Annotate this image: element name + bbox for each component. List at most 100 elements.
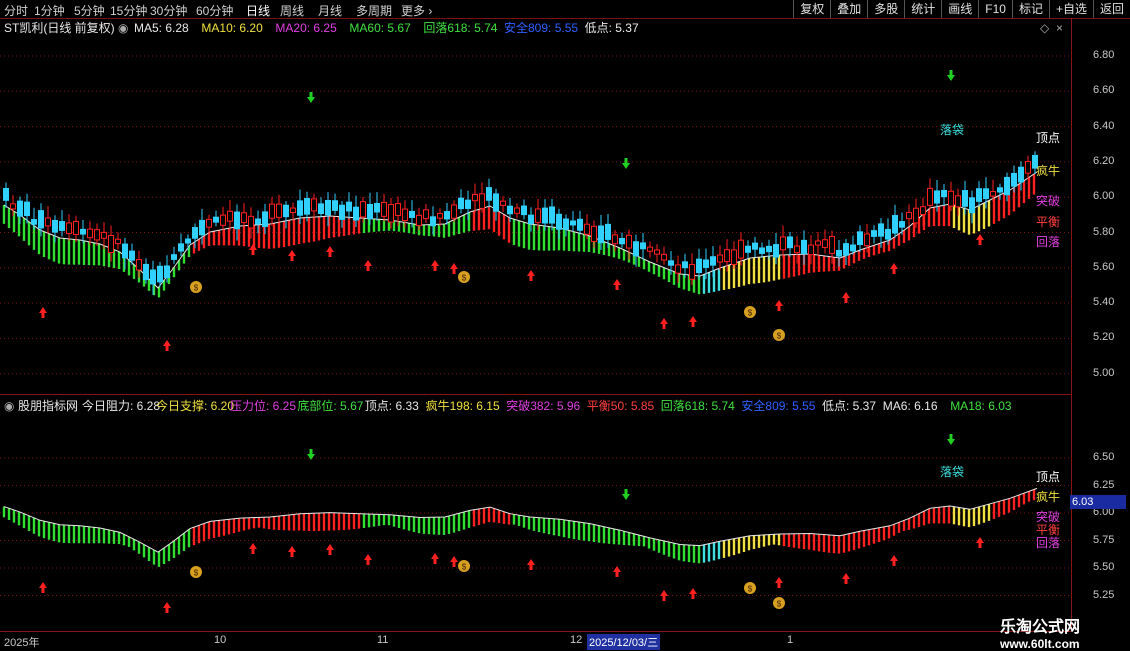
candle-body — [696, 258, 702, 274]
arrow-up-icon — [976, 537, 984, 548]
candle-body — [311, 198, 317, 212]
candle-body — [920, 206, 926, 216]
y-tick-label: 6.25 — [1093, 478, 1115, 491]
side-label: 回落 — [1036, 235, 1060, 249]
money-bag-symbol: $ — [462, 274, 467, 283]
candle-body — [479, 193, 485, 209]
x-axis: 2025年 10 11 12 2025/12/03/三 1 — [0, 631, 1071, 651]
arrow-up-icon — [689, 588, 697, 599]
candle-body — [388, 204, 394, 223]
candle-body — [262, 211, 268, 227]
arrow-up-icon — [450, 263, 458, 274]
candle-body — [668, 260, 674, 266]
money-bag-symbol: $ — [194, 284, 199, 293]
side-label: 顶点 — [1036, 131, 1060, 145]
arrow-up-icon — [364, 554, 372, 565]
candle-body — [416, 214, 422, 227]
candle-body — [773, 244, 779, 258]
panel-divider — [0, 394, 1071, 395]
candle-body — [962, 190, 968, 207]
candle-body — [794, 245, 800, 254]
arrow-up-icon — [450, 556, 458, 567]
candle-body — [822, 239, 828, 248]
candle-body — [521, 205, 527, 216]
candle-body — [731, 249, 737, 265]
candle-body — [178, 243, 184, 252]
side-label: 突破 — [1036, 193, 1060, 208]
arrow-up-icon — [660, 318, 668, 329]
candle-body — [787, 236, 793, 249]
y-tick-label: 5.80 — [1093, 225, 1115, 238]
candle-body — [38, 210, 44, 229]
candle-body — [395, 203, 401, 217]
y-tick-label: 5.00 — [1093, 366, 1115, 379]
side-label: 疯牛 — [1036, 163, 1060, 178]
arrow-up-icon — [842, 292, 850, 303]
candle-body — [640, 242, 646, 250]
side-label: 疯牛 — [1036, 489, 1060, 504]
arrow-up-icon — [288, 546, 296, 557]
candle-body — [626, 234, 632, 249]
side-label: 突破 — [1036, 509, 1060, 524]
money-bag-symbol: $ — [462, 563, 467, 572]
candle-body — [402, 208, 408, 221]
candle-body — [31, 219, 37, 225]
arrow-up-icon — [163, 340, 171, 351]
arrow-up-icon — [364, 260, 372, 271]
candle-body — [955, 195, 961, 208]
candle-body — [556, 213, 562, 230]
stock-chart[interactable]: $$$$$$$$ 顶点疯牛突破平衡回落落袋顶点疯牛突破平衡回落落袋 — [0, 0, 1130, 650]
arrow-up-icon — [527, 270, 535, 281]
candle-body — [542, 207, 548, 224]
x-label: 1 — [787, 634, 794, 646]
candle-body — [661, 253, 667, 261]
side-label: 落袋 — [940, 465, 964, 479]
candle-body — [682, 261, 688, 269]
candle-body — [304, 198, 310, 215]
candle-body — [857, 231, 863, 246]
candle-body — [1018, 166, 1024, 183]
candle-body — [584, 223, 590, 235]
candle-body — [892, 215, 898, 234]
y-axis-line — [1071, 18, 1072, 631]
candle-body — [206, 218, 212, 228]
arrow-up-icon — [613, 566, 621, 577]
side-label: 落袋 — [940, 123, 964, 137]
candle-body — [829, 235, 835, 254]
arrow-up-icon — [431, 260, 439, 271]
x-cursor-date: 2025/12/03/三 — [587, 634, 661, 650]
band-line — [3, 487, 1038, 553]
candle-body — [45, 217, 51, 227]
candle-body — [94, 229, 100, 241]
x-label: 11 — [377, 634, 389, 646]
y-tick-label: 5.25 — [1093, 588, 1115, 601]
candle-body — [619, 237, 625, 245]
candle-body — [577, 218, 583, 231]
y-tick-label: 6.20 — [1093, 154, 1115, 167]
arrow-down-icon — [622, 158, 630, 169]
candle-body — [997, 187, 1003, 193]
x-label: 12 — [570, 634, 583, 646]
y-tick-label: 5.20 — [1093, 331, 1115, 344]
candle-body — [451, 204, 457, 219]
y-tick-label: 6.60 — [1093, 84, 1115, 97]
candle-body — [801, 239, 807, 255]
candle-body — [815, 240, 821, 246]
candle-body — [836, 249, 842, 257]
sub-band — [2, 487, 1038, 567]
candle-body — [346, 201, 352, 212]
candle-body — [500, 200, 506, 206]
candle-body — [808, 244, 814, 256]
signal-markers: $ $ $ $ $ $ $ $ — [39, 70, 984, 613]
current-price-tag: 6.03 — [1070, 495, 1126, 509]
y-tick-label: 5.60 — [1093, 260, 1115, 273]
candlesticks — [3, 151, 1038, 295]
candle-body — [528, 214, 534, 224]
candle-body — [325, 200, 331, 216]
candle-body — [220, 214, 226, 226]
candle-body — [752, 242, 758, 250]
watermark-title: 乐淘公式网 — [1000, 619, 1081, 636]
candle-body — [213, 216, 219, 223]
side-label: 顶点 — [1036, 470, 1060, 484]
candle-body — [605, 223, 611, 240]
